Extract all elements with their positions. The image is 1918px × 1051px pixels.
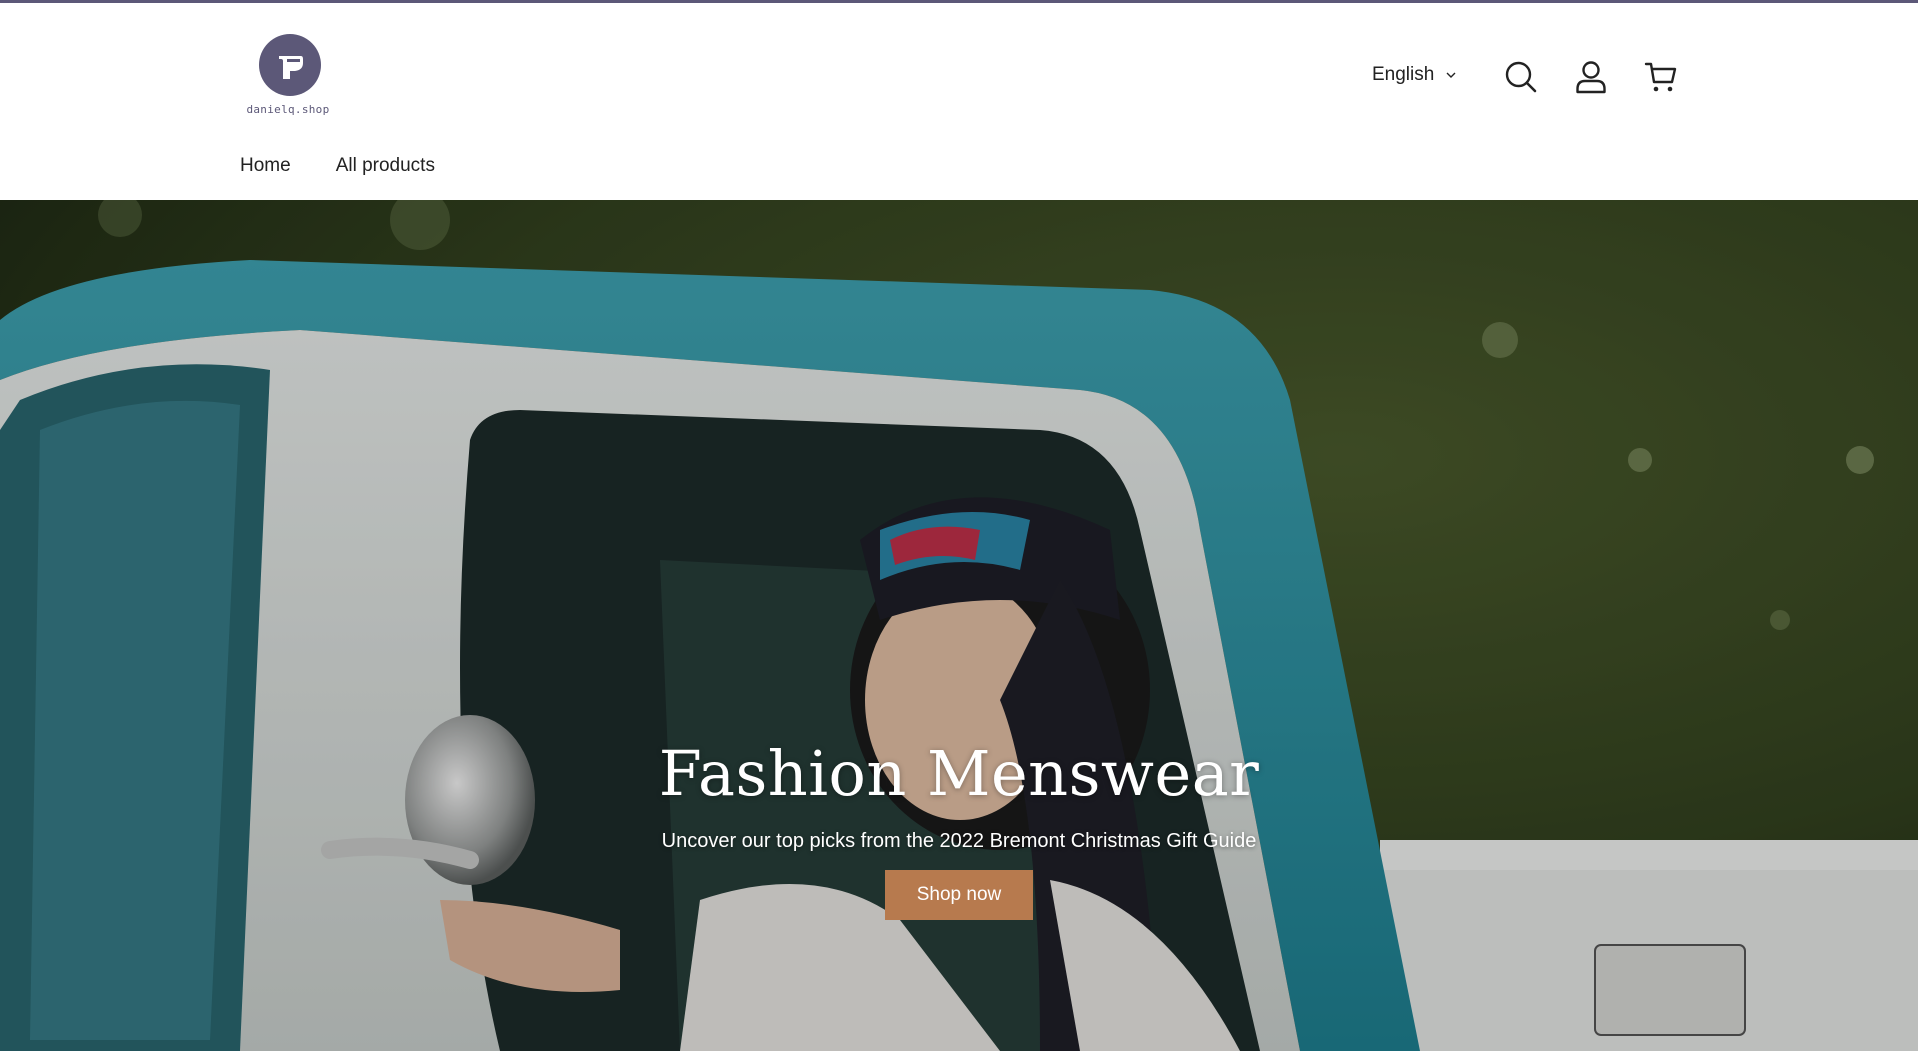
hero-content: Fashion Menswear Uncover our top picks f… bbox=[559, 737, 1359, 921]
nav-item-all-products[interactable]: All products bbox=[336, 155, 435, 177]
cart-icon bbox=[1644, 62, 1677, 92]
cart-button[interactable] bbox=[1643, 59, 1679, 95]
account-button[interactable] bbox=[1573, 59, 1609, 95]
logo-wordmark: danielq.shop bbox=[246, 103, 330, 116]
hero-subtitle: Uncover our top picks from the 2022 Brem… bbox=[661, 830, 1257, 853]
toilet-logo-icon bbox=[259, 34, 321, 96]
language-selector[interactable]: English bbox=[1372, 63, 1458, 87]
search-icon bbox=[1505, 61, 1537, 93]
nav-item-home[interactable]: Home bbox=[240, 155, 291, 177]
hero-banner: Fashion Menswear Uncover our top picks f… bbox=[0, 200, 1918, 1051]
store-logo[interactable]: danielq.shop bbox=[246, 33, 330, 123]
chevron-down-icon bbox=[1446, 72, 1456, 78]
language-label: English bbox=[1372, 64, 1435, 85]
hero-title: Fashion Menswear bbox=[658, 737, 1260, 810]
search-button[interactable] bbox=[1503, 59, 1539, 95]
main-navigation: Home All products bbox=[240, 155, 480, 177]
shop-now-button[interactable]: Shop now bbox=[885, 870, 1033, 921]
hero-dim-overlay bbox=[0, 200, 1918, 1051]
user-icon bbox=[1576, 61, 1606, 94]
site-header: danielq.shop English Home All products bbox=[0, 3, 1918, 200]
